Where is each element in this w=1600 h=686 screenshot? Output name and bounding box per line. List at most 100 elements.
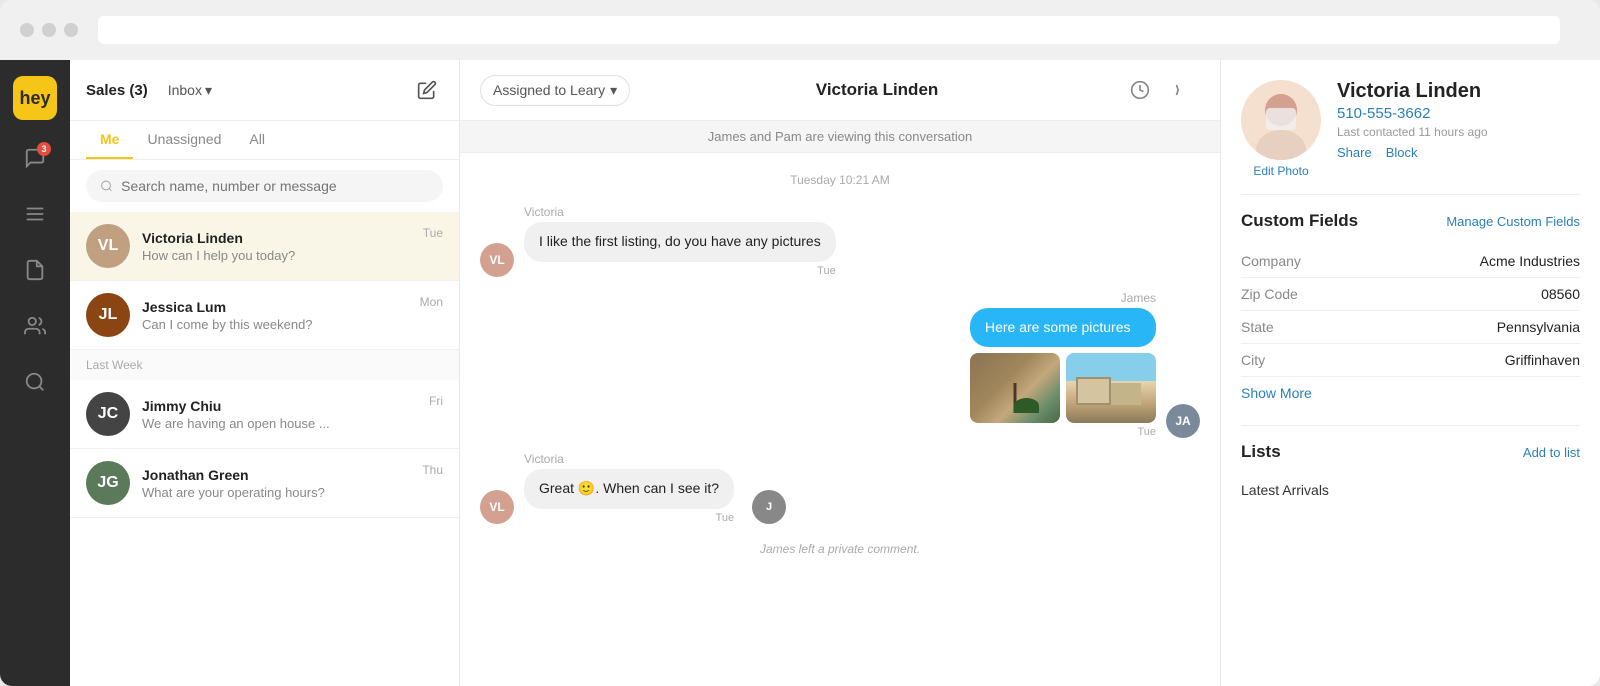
field-row-zip: Zip Code 08560 — [1241, 278, 1580, 311]
msg-time-victoria-1: Tue — [524, 265, 836, 277]
chat-title: Victoria Linden — [816, 80, 939, 100]
inbox-selector[interactable]: Inbox ▾ — [168, 82, 212, 99]
app-container: hey S — [0, 60, 1600, 686]
james-small-avatar: J — [752, 490, 786, 524]
sales-title[interactable]: Sales (3) — [86, 82, 148, 99]
chat-header-left: Assigned to Leary ▾ — [480, 75, 630, 106]
divider-2 — [1241, 425, 1580, 426]
msg-time-james: Tue — [970, 426, 1156, 438]
custom-fields-header: Custom Fields Manage Custom Fields — [1241, 211, 1580, 231]
contact-actions: Share Block — [1337, 145, 1580, 160]
tab-all[interactable]: All — [235, 121, 279, 159]
conv-preview-jonathan: What are your operating hours? — [142, 485, 410, 500]
search-bar — [70, 160, 459, 212]
field-row-city: City Griffinhaven — [1241, 344, 1580, 377]
chat-panel: Assigned to Leary ▾ Victoria Linden Jame… — [460, 60, 1220, 686]
inbox-icon[interactable] — [1168, 74, 1200, 106]
field-row-company: Company Acme Industries — [1241, 245, 1580, 278]
chat-header-right — [1124, 74, 1200, 106]
conv-time-jimmy: Fri — [429, 394, 443, 408]
manage-custom-fields-link[interactable]: Manage Custom Fields — [1446, 214, 1580, 229]
avatar-jimmy: JC — [86, 392, 130, 436]
add-to-list-link[interactable]: Add to list — [1523, 445, 1580, 460]
msg-sender-victoria-2: Victoria — [524, 452, 734, 466]
field-label-state: State — [1241, 319, 1274, 335]
contact-photo — [1241, 80, 1321, 160]
assigned-label: Assigned to Leary — [493, 82, 605, 98]
list-item-name: Latest Arrivals — [1241, 482, 1329, 498]
field-row-state: State Pennsylvania — [1241, 311, 1580, 344]
conv-info-jimmy: Jimmy Chiu We are having an open house .… — [142, 398, 417, 431]
chat-nav-icon[interactable] — [17, 140, 53, 176]
msg-bubble-victoria-2: Victoria Great 🙂. When can I see it? Tue — [524, 452, 734, 524]
assigned-chevron-icon: ▾ — [610, 82, 617, 99]
conv-header: Sales (3) Inbox ▾ — [70, 60, 459, 121]
lists-title: Lists — [1241, 442, 1281, 462]
block-link[interactable]: Block — [1386, 145, 1418, 160]
show-more-button[interactable]: Show More — [1241, 377, 1580, 409]
list-nav-icon[interactable] — [17, 196, 53, 232]
msg-sender-victoria-1: Victoria — [524, 205, 836, 219]
conv-item-jonathan[interactable]: JG Jonathan Green What are your operatin… — [70, 449, 459, 518]
url-bar[interactable] — [98, 16, 1560, 44]
avatar-victoria: VL — [86, 224, 130, 268]
contact-photo-wrap: Edit Photo — [1241, 80, 1321, 178]
field-label-city: City — [1241, 352, 1265, 368]
search-chat-nav-icon[interactable] — [17, 364, 53, 400]
msg-text-victoria-2: Great 🙂. When can I see it? — [524, 469, 734, 509]
date-divider: Tuesday 10:21 AM — [480, 173, 1200, 187]
assigned-badge[interactable]: Assigned to Leary ▾ — [480, 75, 630, 106]
tab-unassigned[interactable]: Unassigned — [133, 121, 235, 159]
list-item-latest-arrivals: Latest Arrivals — [1241, 476, 1580, 504]
app-logo[interactable]: hey — [13, 76, 57, 120]
history-icon[interactable] — [1124, 74, 1156, 106]
maximize-button[interactable] — [64, 23, 78, 37]
search-input[interactable] — [121, 178, 429, 194]
contact-phone[interactable]: 510-555-3662 — [1337, 105, 1580, 122]
custom-fields-title: Custom Fields — [1241, 211, 1358, 231]
msg-avatar-victoria: VL — [480, 243, 514, 277]
window-chrome — [0, 0, 1600, 60]
conv-info-jessica: Jessica Lum Can I come by this weekend? — [142, 299, 408, 332]
conv-preview-victoria: How can I help you today? — [142, 248, 411, 263]
share-link[interactable]: Share — [1337, 145, 1372, 160]
edit-photo-link[interactable]: Edit Photo — [1253, 164, 1308, 178]
conv-item-victoria[interactable]: VL Victoria Linden How can I help you to… — [70, 212, 459, 281]
conv-name-victoria: Victoria Linden — [142, 230, 411, 246]
msg-bubble-james: James Here are some pictures — [970, 291, 1156, 439]
msg-text-victoria-1: I like the first listing, do you have an… — [524, 222, 836, 262]
traffic-lights — [20, 23, 78, 37]
minimize-button[interactable] — [42, 23, 56, 37]
tab-me[interactable]: Me — [86, 121, 133, 159]
conv-preview-jimmy: We are having an open house ... — [142, 416, 417, 431]
contacts-nav-icon[interactable] — [17, 308, 53, 344]
conv-item-jimmy[interactable]: JC Jimmy Chiu We are having an open hous… — [70, 380, 459, 449]
conversations-panel: Sales (3) Inbox ▾ Me Unassigned All — [70, 60, 460, 686]
field-value-state: Pennsylvania — [1497, 319, 1580, 335]
divider-1 — [1241, 194, 1580, 195]
chat-header: Assigned to Leary ▾ Victoria Linden — [460, 60, 1220, 121]
msg-images-james — [970, 353, 1156, 423]
avatar-jessica: JL — [86, 293, 130, 337]
chat-messages: Tuesday 10:21 AM VL Victoria I like the … — [460, 153, 1220, 686]
msg-avatar-james: JA — [1166, 404, 1200, 438]
inbox-chevron-icon: ▾ — [205, 82, 212, 99]
right-panel: Edit Photo Victoria Linden 510-555-3662 … — [1220, 60, 1600, 686]
conv-header-left: Sales (3) Inbox ▾ — [86, 82, 212, 99]
compose-button[interactable] — [411, 74, 443, 106]
search-icon — [100, 179, 113, 193]
contact-info: Victoria Linden 510-555-3662 Last contac… — [1337, 80, 1580, 160]
conv-time-victoria: Tue — [423, 226, 443, 240]
msg-row-victoria-1: VL Victoria I like the first listing, do… — [480, 205, 1200, 277]
conv-item-jessica[interactable]: JL Jessica Lum Can I come by this weeken… — [70, 281, 459, 350]
close-button[interactable] — [20, 23, 34, 37]
msg-row-victoria-2: VL Victoria Great 🙂. When can I see it? … — [480, 452, 1200, 524]
conv-preview-jessica: Can I come by this weekend? — [142, 317, 408, 332]
msg-avatar-victoria-2: VL — [480, 490, 514, 524]
lists-header: Lists Add to list — [1241, 442, 1580, 462]
file-nav-icon[interactable] — [17, 252, 53, 288]
left-nav: hey — [0, 60, 70, 686]
field-value-city: Griffinhaven — [1505, 352, 1580, 368]
msg-text-james: Here are some pictures — [970, 308, 1156, 348]
last-week-label: Last Week — [70, 350, 459, 380]
